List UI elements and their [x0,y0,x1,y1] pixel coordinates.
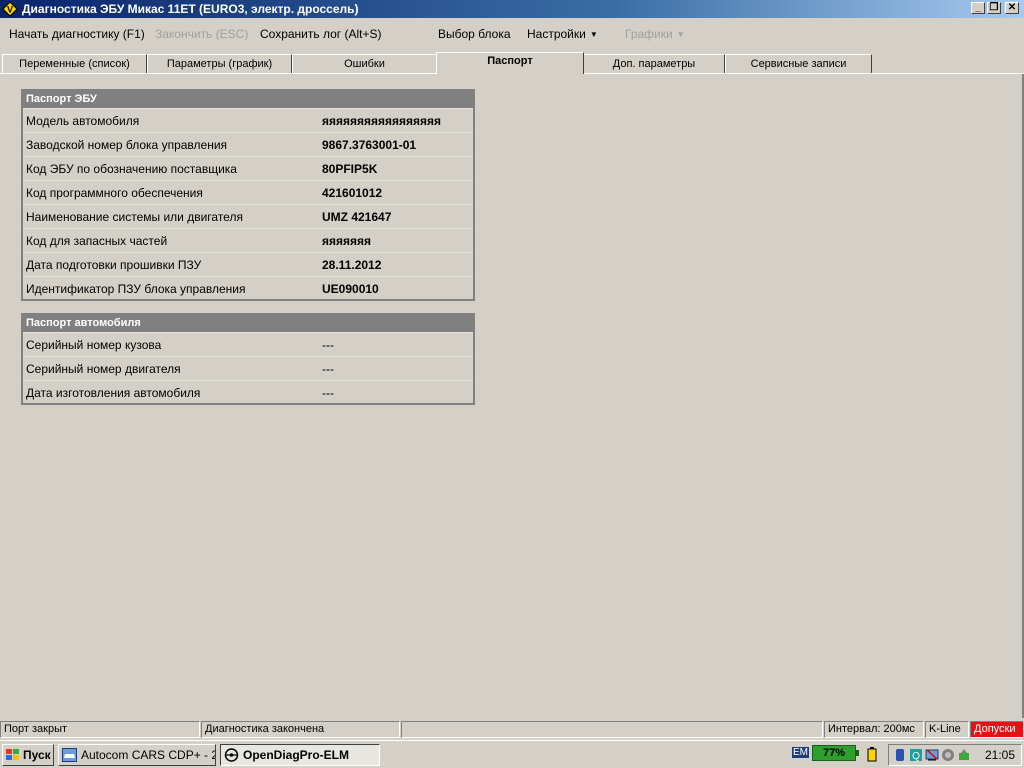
graphs-menu[interactable]: Графики ▼ [625,27,685,41]
param-name: Серийный номер кузова [26,338,162,352]
param-name: Модель автомобиля [26,114,140,128]
port-status: Порт закрыт [0,721,200,738]
table-row: Код программного обеспечения 421601012 [23,180,473,204]
table-row: Модель автомобиля яяяяяяяяяяяяяяяяя [23,108,473,132]
windows-logo-icon [6,749,19,760]
ecu-passport-panel: Паспорт ЭБУ Модель автомобиля яяяяяяяяяяя… [21,89,475,301]
param-name: Наименование системы или двигателя [26,210,243,224]
battery-tip [856,750,859,756]
steering-wheel-icon [224,748,239,762]
taskbar-item-autocom[interactable]: Autocom CARS CDP+ - 2... [58,744,216,766]
table-row: Код ЭБУ по обозначению поставщика 80PFIP5… [23,156,473,180]
tab-passport[interactable]: Паспорт [436,52,584,74]
tab-errors[interactable]: Ошибки [292,54,437,74]
param-name: Заводской номер блока управления [26,138,228,152]
diagnostics-status: Диагностика закончена [201,721,400,738]
param-value: UE090010 [322,282,379,296]
param-name: Серийный номер двигателя [26,362,181,376]
car-icon [62,748,77,762]
battery-tray-icon[interactable] [866,746,878,762]
settings-menu[interactable]: Настройки ▼ [527,27,598,41]
minimize-button[interactable]: _ [971,2,985,14]
usb-icon[interactable] [893,748,907,762]
param-value: 421601012 [322,186,383,200]
select-block-button[interactable]: Выбор блока [438,27,511,41]
car-passport-panel: Паспорт автомобиля Серийный номер кузова… [21,313,475,405]
taskbar: Пуск Autocom CARS CDP+ - 2... OpenDiagPr… [0,740,1024,768]
param-value: UMZ 421647 [322,210,392,224]
close-button[interactable]: ✕ [1005,2,1019,14]
start-diagnostics-button[interactable]: Начать диагностику (F1) [9,27,145,41]
param-name: Дата изготовления автомобиля [26,386,201,400]
safely-remove-icon[interactable] [957,748,971,762]
panel-header: Паспорт ЭБУ [23,91,473,108]
param-value: 28.11.2012 [322,258,382,272]
toolbar: Начать диагностику (F1) Закончить (ESC) … [0,18,1024,50]
param-name: Код для запасных частей [26,234,168,248]
param-name: Код программного обеспечения [26,186,203,200]
taskbar-item-opendiag[interactable]: OpenDiagPro-ELM [220,744,380,766]
param-name: Дата подготовки прошивки ПЗУ [26,258,202,272]
clock: 21:05 [984,748,1015,762]
limits-badge[interactable]: Допуски [970,721,1024,738]
chevron-down-icon: ▼ [676,30,685,39]
svg-text:V: V [7,5,13,15]
status-bar: Порт закрыт Диагностика закончена Интерв… [0,720,1024,738]
start-label: Пуск [23,748,51,762]
volume-icon[interactable] [941,748,955,762]
table-row: Серийный номер двигателя --- [23,356,473,380]
app-logo-icon: V [2,1,18,17]
restore-button[interactable]: ❐ [987,2,1001,14]
tab-extra-parameters[interactable]: Доп. параметры [583,54,725,74]
tab-variables-list[interactable]: Переменные (список) [2,54,147,74]
param-value: 80PFIP5K [322,162,378,176]
tab-service-records[interactable]: Сервисные записи [725,54,872,74]
graphs-menu-label: Графики [625,27,673,41]
param-name: Идентификатор ПЗУ блока управления [26,282,246,296]
task-label: OpenDiagPro-ELM [243,748,350,762]
save-log-button[interactable]: Сохранить лог (Alt+S) [260,27,382,41]
table-row: Дата подготовки прошивки ПЗУ 28.11.2012 [23,252,473,276]
param-name: Код ЭБУ по обозначению поставщика [26,162,237,176]
network-icon[interactable] [925,748,939,762]
chevron-down-icon: ▼ [589,30,598,39]
settings-menu-label: Настройки [527,27,586,41]
start-button[interactable]: Пуск [2,744,54,766]
table-row: Дата изготовления автомобиля --- [23,380,473,404]
panel-header: Паспорт автомобиля [23,315,473,332]
svg-text:Q: Q [912,751,920,762]
protocol-status: K-Line [925,721,969,738]
em-tray-icon[interactable]: EM [792,747,809,758]
param-value: --- [322,386,334,400]
param-value: 9867.3763001-01 [322,138,417,152]
param-value: --- [322,362,334,376]
battery-indicator[interactable]: 77% [812,745,856,761]
table-row: Наименование системы или двигателя UMZ 42… [23,204,473,228]
stop-diagnostics-button[interactable]: Закончить (ESC) [155,27,248,41]
window-title: Диагностика ЭБУ Микас 11ЕТ (EURO3, элект… [22,2,359,16]
param-value: --- [322,338,334,352]
task-label: Autocom CARS CDP+ - 2... [81,748,216,762]
interval-status: Интервал: 200мс [824,721,924,738]
table-row: Идентификатор ПЗУ блока управления UE0900… [23,276,473,300]
table-row: Заводской номер блока управления 9867.376… [23,132,473,156]
system-tray: Q 21:05 [888,744,1022,766]
tab-parameters-graph[interactable]: Параметры (график) [147,54,292,74]
table-row: Серийный номер кузова --- [23,332,473,356]
antivirus-icon[interactable]: Q [909,748,923,762]
param-value: яяяяяяяяяяяяяяяяя [322,114,442,128]
passport-content: Паспорт ЭБУ Модель автомобиля яяяяяяяяяяя… [0,74,1024,718]
tab-bar: Переменные (список) Параметры (график) О… [0,52,1024,74]
table-row: Код для запасных частей яяяяяяя [23,228,473,252]
title-bar[interactable]: V Диагностика ЭБУ Микас 11ЕТ (EURO3, эле… [0,0,1024,18]
status-blank [401,721,823,738]
param-value: яяяяяяя [322,234,372,248]
